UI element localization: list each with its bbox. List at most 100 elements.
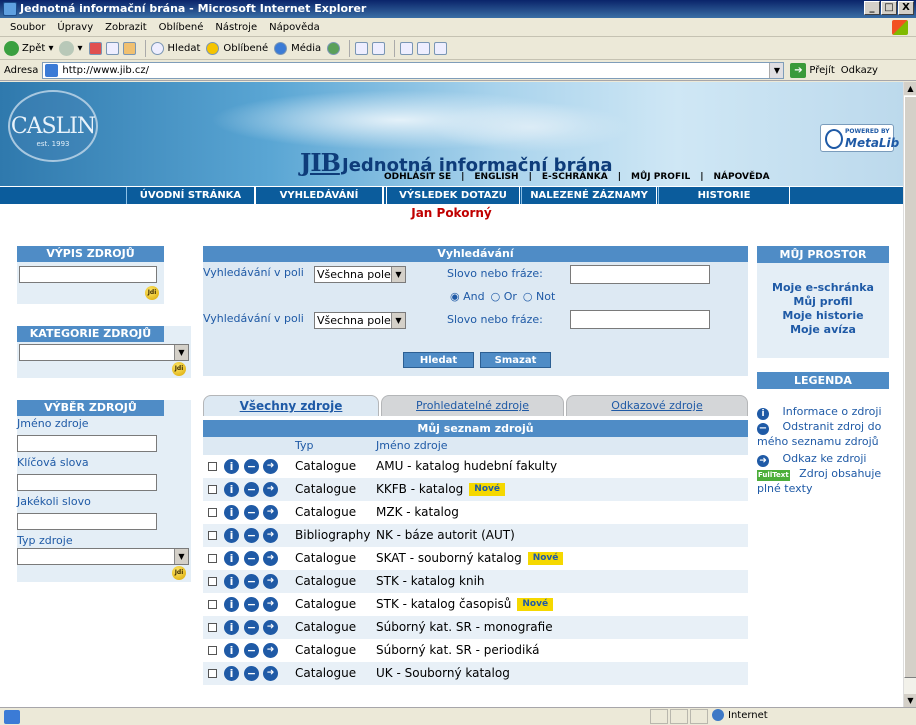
arrow-right-icon[interactable]: ➜ bbox=[263, 574, 278, 589]
scroll-thumb[interactable] bbox=[904, 96, 916, 678]
source-name[interactable]: AMU - katalog hudební fakulty bbox=[376, 459, 557, 473]
info-icon[interactable]: i bbox=[224, 574, 239, 589]
refresh-icon[interactable] bbox=[105, 41, 119, 55]
scroll-down-icon[interactable]: ▼ bbox=[904, 694, 916, 707]
source-name[interactable]: KKFB - katalog bbox=[376, 482, 463, 496]
nav-search[interactable]: VYHLEDÁVÁNÍ bbox=[254, 187, 384, 204]
address-input[interactable]: http://www.jib.cz/ ▼ bbox=[42, 61, 785, 79]
maximize-button[interactable]: □ bbox=[881, 1, 897, 15]
info-icon[interactable]: i bbox=[224, 459, 239, 474]
help-link[interactable]: NÁPOVĚDA bbox=[703, 172, 779, 182]
link-my-alerts[interactable]: Moje avíza bbox=[757, 323, 889, 337]
back-button[interactable]: Zpět ▾ bbox=[4, 40, 53, 56]
close-button[interactable]: X bbox=[898, 1, 914, 15]
select-checkbox[interactable] bbox=[208, 554, 217, 563]
info-icon[interactable]: i bbox=[224, 597, 239, 612]
e-mailbox-link[interactable]: E-SCHRÁNKA bbox=[532, 172, 618, 182]
remove-icon[interactable]: − bbox=[244, 643, 259, 658]
nav-found-records[interactable]: NALEZENÉ ZÁZNAMY bbox=[521, 187, 657, 204]
search-submit-button[interactable]: Hledat bbox=[403, 352, 474, 368]
info-icon[interactable]: i bbox=[224, 620, 239, 635]
cut-icon[interactable] bbox=[400, 41, 414, 55]
link-my-history[interactable]: Moje historie bbox=[757, 309, 889, 323]
remove-icon[interactable]: − bbox=[244, 620, 259, 635]
tab-link-sources[interactable]: Odkazové zdroje bbox=[566, 395, 748, 416]
select-checkbox[interactable] bbox=[208, 485, 217, 494]
arrow-right-icon[interactable]: ➜ bbox=[263, 528, 278, 543]
remove-icon[interactable]: − bbox=[244, 528, 259, 543]
tab-searchable-sources[interactable]: Prohledatelné zdroje bbox=[381, 395, 564, 416]
op-not[interactable]: ○ Not bbox=[523, 290, 555, 303]
remove-icon[interactable]: − bbox=[244, 666, 259, 681]
field-select-1[interactable]: Všechna pole ▼ bbox=[314, 266, 406, 283]
vertical-scrollbar[interactable]: ▲ ▼ bbox=[903, 82, 916, 707]
english-link[interactable]: ENGLISH bbox=[464, 172, 528, 182]
select-checkbox[interactable] bbox=[208, 462, 217, 471]
metalib-logo[interactable]: POWERED BY MetaLib bbox=[820, 124, 899, 152]
arrow-right-icon[interactable]: ➜ bbox=[263, 643, 278, 658]
keywords-input[interactable] bbox=[17, 474, 157, 491]
remove-icon[interactable]: − bbox=[244, 597, 259, 612]
mail-icon[interactable] bbox=[355, 41, 369, 55]
source-name[interactable]: STK - katalog knih bbox=[376, 574, 485, 588]
nav-history[interactable]: HISTORIE bbox=[658, 187, 790, 204]
info-icon[interactable]: i bbox=[224, 505, 239, 520]
arrow-right-icon[interactable]: ➜ bbox=[263, 482, 278, 497]
stop-icon[interactable] bbox=[88, 41, 102, 55]
sources-list-input[interactable] bbox=[19, 266, 157, 283]
remove-icon[interactable]: − bbox=[244, 574, 259, 589]
any-word-input[interactable] bbox=[17, 513, 157, 530]
source-name[interactable]: SKAT - souborný katalog bbox=[376, 551, 522, 565]
search-clear-button[interactable]: Smazat bbox=[480, 352, 551, 368]
address-dropdown-icon[interactable]: ▼ bbox=[769, 62, 784, 78]
links-button[interactable]: Odkazy bbox=[841, 65, 878, 76]
go-icon[interactable]: Jdi bbox=[145, 286, 159, 300]
field-select-2[interactable]: Všechna pole ▼ bbox=[314, 312, 406, 329]
select-checkbox[interactable] bbox=[208, 600, 217, 609]
info-icon[interactable]: i bbox=[224, 551, 239, 566]
select-checkbox[interactable] bbox=[208, 531, 217, 540]
link-my-mailbox[interactable]: Moje e-schránka bbox=[757, 281, 889, 295]
nav-home[interactable]: ÚVODNÍ STRÁNKA bbox=[126, 187, 254, 204]
caslin-logo[interactable]: CASLIN est. 1993 bbox=[8, 90, 98, 162]
history-icon[interactable] bbox=[327, 41, 341, 55]
go-button[interactable]: ➔ Přejít bbox=[790, 62, 835, 78]
info-icon[interactable]: i bbox=[224, 643, 239, 658]
minimize-button[interactable]: _ bbox=[864, 1, 880, 15]
media-button[interactable]: Média bbox=[274, 41, 321, 55]
select-checkbox[interactable] bbox=[208, 646, 217, 655]
source-name[interactable]: Súborný kat. SR - monografie bbox=[376, 620, 553, 634]
remove-icon[interactable]: − bbox=[244, 459, 259, 474]
paste-icon[interactable] bbox=[434, 41, 448, 55]
nav-query-result[interactable]: VÝSLEDEK DOTAZU bbox=[386, 187, 520, 204]
tab-all-sources[interactable]: Všechny zdroje bbox=[203, 395, 379, 416]
categories-select[interactable]: ▼ bbox=[19, 344, 189, 361]
search-button[interactable]: Hledat bbox=[150, 41, 200, 55]
source-name-input[interactable] bbox=[17, 435, 157, 452]
arrow-right-icon[interactable]: ➜ bbox=[263, 620, 278, 635]
scroll-up-icon[interactable]: ▲ bbox=[904, 82, 916, 95]
op-or[interactable]: ○ Or bbox=[491, 290, 517, 303]
arrow-right-icon[interactable]: ➜ bbox=[263, 505, 278, 520]
remove-icon[interactable]: − bbox=[244, 505, 259, 520]
info-icon[interactable]: i bbox=[224, 666, 239, 681]
info-icon[interactable]: i bbox=[224, 528, 239, 543]
remove-icon[interactable]: − bbox=[244, 482, 259, 497]
phrase-input-2[interactable] bbox=[570, 310, 710, 329]
print-icon[interactable] bbox=[372, 41, 386, 55]
menu-oblibene[interactable]: Oblíbené bbox=[153, 22, 210, 33]
logout-link[interactable]: ODHLÁSIT SE bbox=[374, 172, 461, 182]
my-profile-link[interactable]: MŮJ PROFIL bbox=[621, 172, 700, 182]
go-icon[interactable]: Jdi bbox=[172, 362, 186, 376]
select-checkbox[interactable] bbox=[208, 669, 217, 678]
arrow-right-icon[interactable]: ➜ bbox=[263, 551, 278, 566]
source-name[interactable]: NK - báze autorit (AUT) bbox=[376, 528, 515, 542]
source-name[interactable]: Súborný kat. SR - periodiká bbox=[376, 643, 539, 657]
op-and[interactable]: ◉ And bbox=[450, 290, 485, 303]
menu-nastroje[interactable]: Nástroje bbox=[209, 22, 263, 33]
arrow-right-icon[interactable]: ➜ bbox=[263, 597, 278, 612]
source-name[interactable]: MZK - katalog bbox=[376, 505, 459, 519]
copy-icon[interactable] bbox=[417, 41, 431, 55]
home-icon[interactable] bbox=[122, 41, 136, 55]
forward-button[interactable]: ▾ bbox=[59, 40, 83, 56]
